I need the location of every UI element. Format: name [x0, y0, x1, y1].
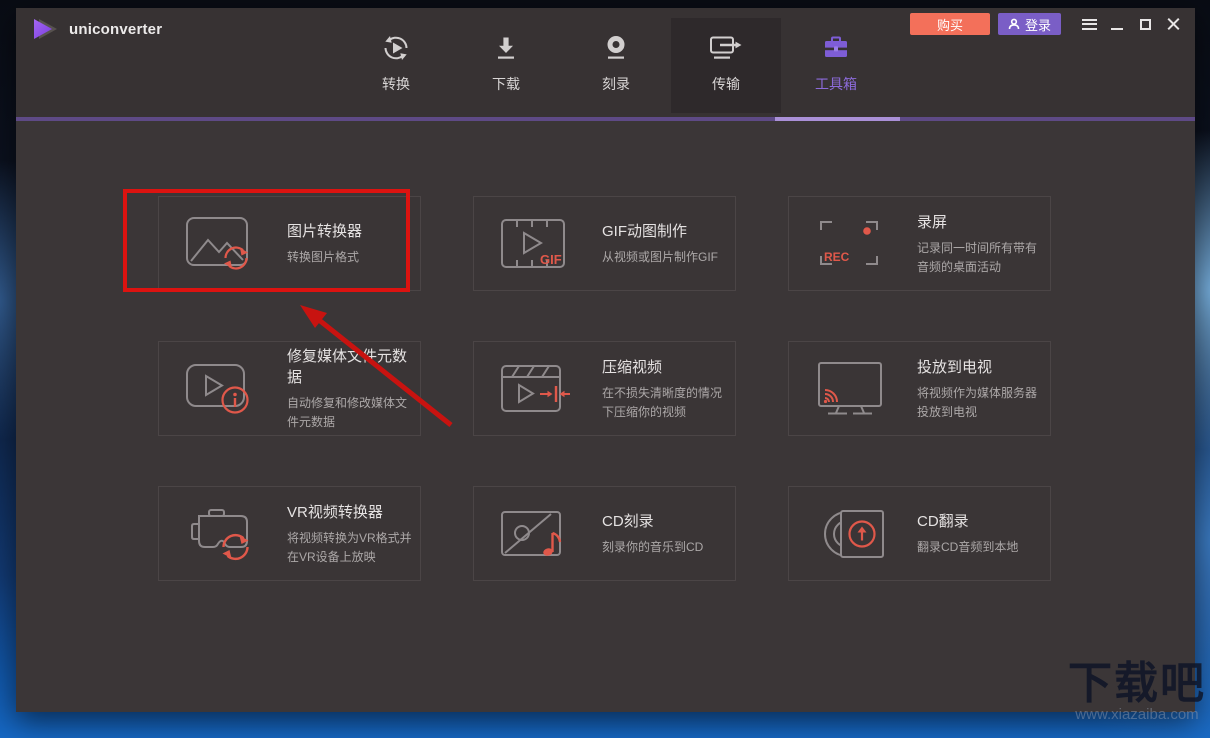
app-logo: uniconverter	[30, 17, 162, 41]
active-tab-underline	[775, 117, 900, 121]
compress-video-icon	[500, 357, 572, 421]
tool-card-cast-to-tv[interactable]: 投放到电视 将视频作为媒体服务器投放到电视	[788, 341, 1051, 436]
tab-toolbox[interactable]: 工具箱	[781, 18, 891, 113]
card-subtitle: 刻录你的音乐到CD	[602, 538, 703, 557]
transfer-icon	[709, 33, 743, 63]
tab-convert[interactable]: 转换	[341, 18, 451, 113]
card-title: CD翻录	[917, 510, 1018, 531]
card-subtitle: 在不损失清晰度的情况下压缩你的视频	[602, 384, 727, 421]
card-title: CD刻录	[602, 510, 703, 531]
menu-button[interactable]	[1077, 13, 1101, 35]
card-title: 图片转换器	[287, 220, 362, 241]
tool-card-screen-recorder[interactable]: REC 录屏 记录同一时间所有带有音频的桌面活动	[788, 196, 1051, 291]
gif-maker-icon: GIF	[500, 212, 572, 276]
card-subtitle: 从视频或图片制作GIF	[602, 248, 718, 267]
minimize-icon	[1111, 28, 1123, 30]
buy-button[interactable]: 购买	[910, 13, 990, 35]
card-title: 修复媒体文件元数据	[287, 345, 412, 387]
card-title: 录屏	[917, 211, 1042, 232]
tool-card-image-converter[interactable]: 图片转换器 转换图片格式	[158, 196, 421, 291]
card-subtitle: 自动修复和修改媒体文件元数据	[287, 394, 412, 431]
desktop-background: uniconverter 购买 登录	[0, 0, 1210, 738]
main-nav: 转换 下载 刻录	[341, 18, 891, 113]
card-subtitle: 转换图片格式	[287, 248, 362, 267]
menu-icon	[1082, 19, 1097, 30]
app-window: uniconverter 购买 登录	[16, 8, 1195, 712]
toolbox-grid: 图片转换器 转换图片格式 GIF GIF动图制作	[158, 196, 1051, 581]
burn-icon	[601, 33, 631, 63]
tool-card-cd-burn[interactable]: CD刻录 刻录你的音乐到CD	[473, 486, 736, 581]
play-logo-icon	[30, 17, 60, 41]
tab-download[interactable]: 下载	[451, 18, 561, 113]
cast-to-tv-icon	[815, 357, 887, 421]
tool-card-gif-maker[interactable]: GIF GIF动图制作 从视频或图片制作GIF	[473, 196, 736, 291]
tool-card-vr-converter[interactable]: VR视频转换器 将视频转换为VR格式并在VR设备上放映	[158, 486, 421, 581]
tab-transfer[interactable]: 传输	[671, 18, 781, 113]
convert-icon	[381, 33, 411, 63]
card-title: 投放到电视	[917, 356, 1042, 377]
user-icon	[1008, 18, 1020, 30]
cd-burn-icon	[500, 502, 572, 566]
fix-metadata-icon	[185, 357, 257, 421]
screen-recorder-icon: REC	[815, 212, 887, 276]
tab-burn[interactable]: 刻录	[561, 18, 671, 113]
svg-text:GIF: GIF	[540, 252, 562, 267]
card-title: GIF动图制作	[602, 220, 718, 241]
minimize-button[interactable]	[1105, 13, 1129, 35]
tool-card-compress-video[interactable]: 压缩视频 在不损失清晰度的情况下压缩你的视频	[473, 341, 736, 436]
login-button[interactable]: 登录	[998, 13, 1061, 35]
card-title: VR视频转换器	[287, 501, 412, 522]
card-title: 压缩视频	[602, 356, 727, 377]
maximize-icon	[1140, 19, 1151, 30]
image-converter-icon	[185, 212, 257, 276]
cd-rip-icon	[815, 502, 887, 566]
card-subtitle: 记录同一时间所有带有音频的桌面活动	[917, 239, 1042, 276]
vr-converter-icon	[185, 502, 257, 566]
nav-underline	[16, 117, 1195, 121]
card-subtitle: 翻录CD音频到本地	[917, 538, 1018, 557]
close-icon	[1167, 18, 1180, 31]
close-button[interactable]	[1161, 13, 1185, 35]
card-subtitle: 将视频作为媒体服务器投放到电视	[917, 384, 1042, 421]
tool-card-cd-rip[interactable]: CD翻录 翻录CD音频到本地	[788, 486, 1051, 581]
card-subtitle: 将视频转换为VR格式并在VR设备上放映	[287, 529, 412, 566]
download-icon	[491, 33, 521, 63]
maximize-button[interactable]	[1133, 13, 1157, 35]
app-title: uniconverter	[69, 21, 162, 38]
toolbox-icon	[821, 33, 851, 63]
svg-text:REC: REC	[824, 250, 850, 264]
tool-card-fix-metadata[interactable]: 修复媒体文件元数据 自动修复和修改媒体文件元数据	[158, 341, 421, 436]
